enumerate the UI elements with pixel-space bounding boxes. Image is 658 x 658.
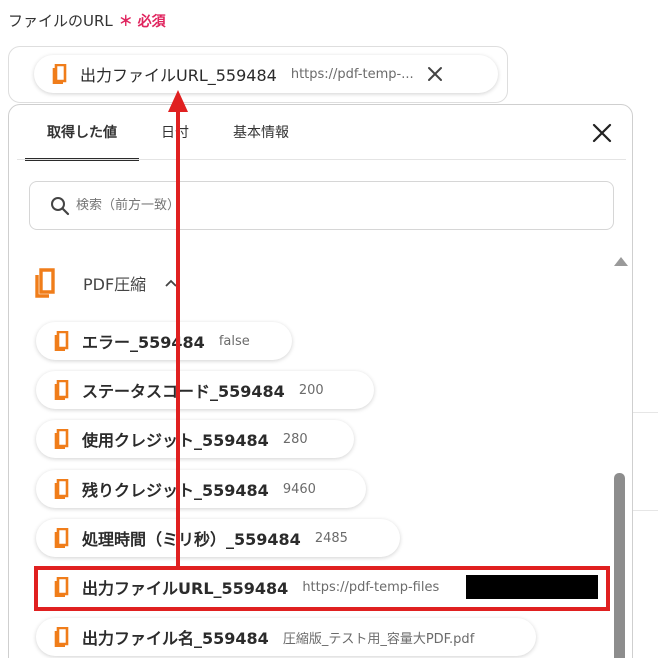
annotation-arrow xyxy=(168,90,188,566)
